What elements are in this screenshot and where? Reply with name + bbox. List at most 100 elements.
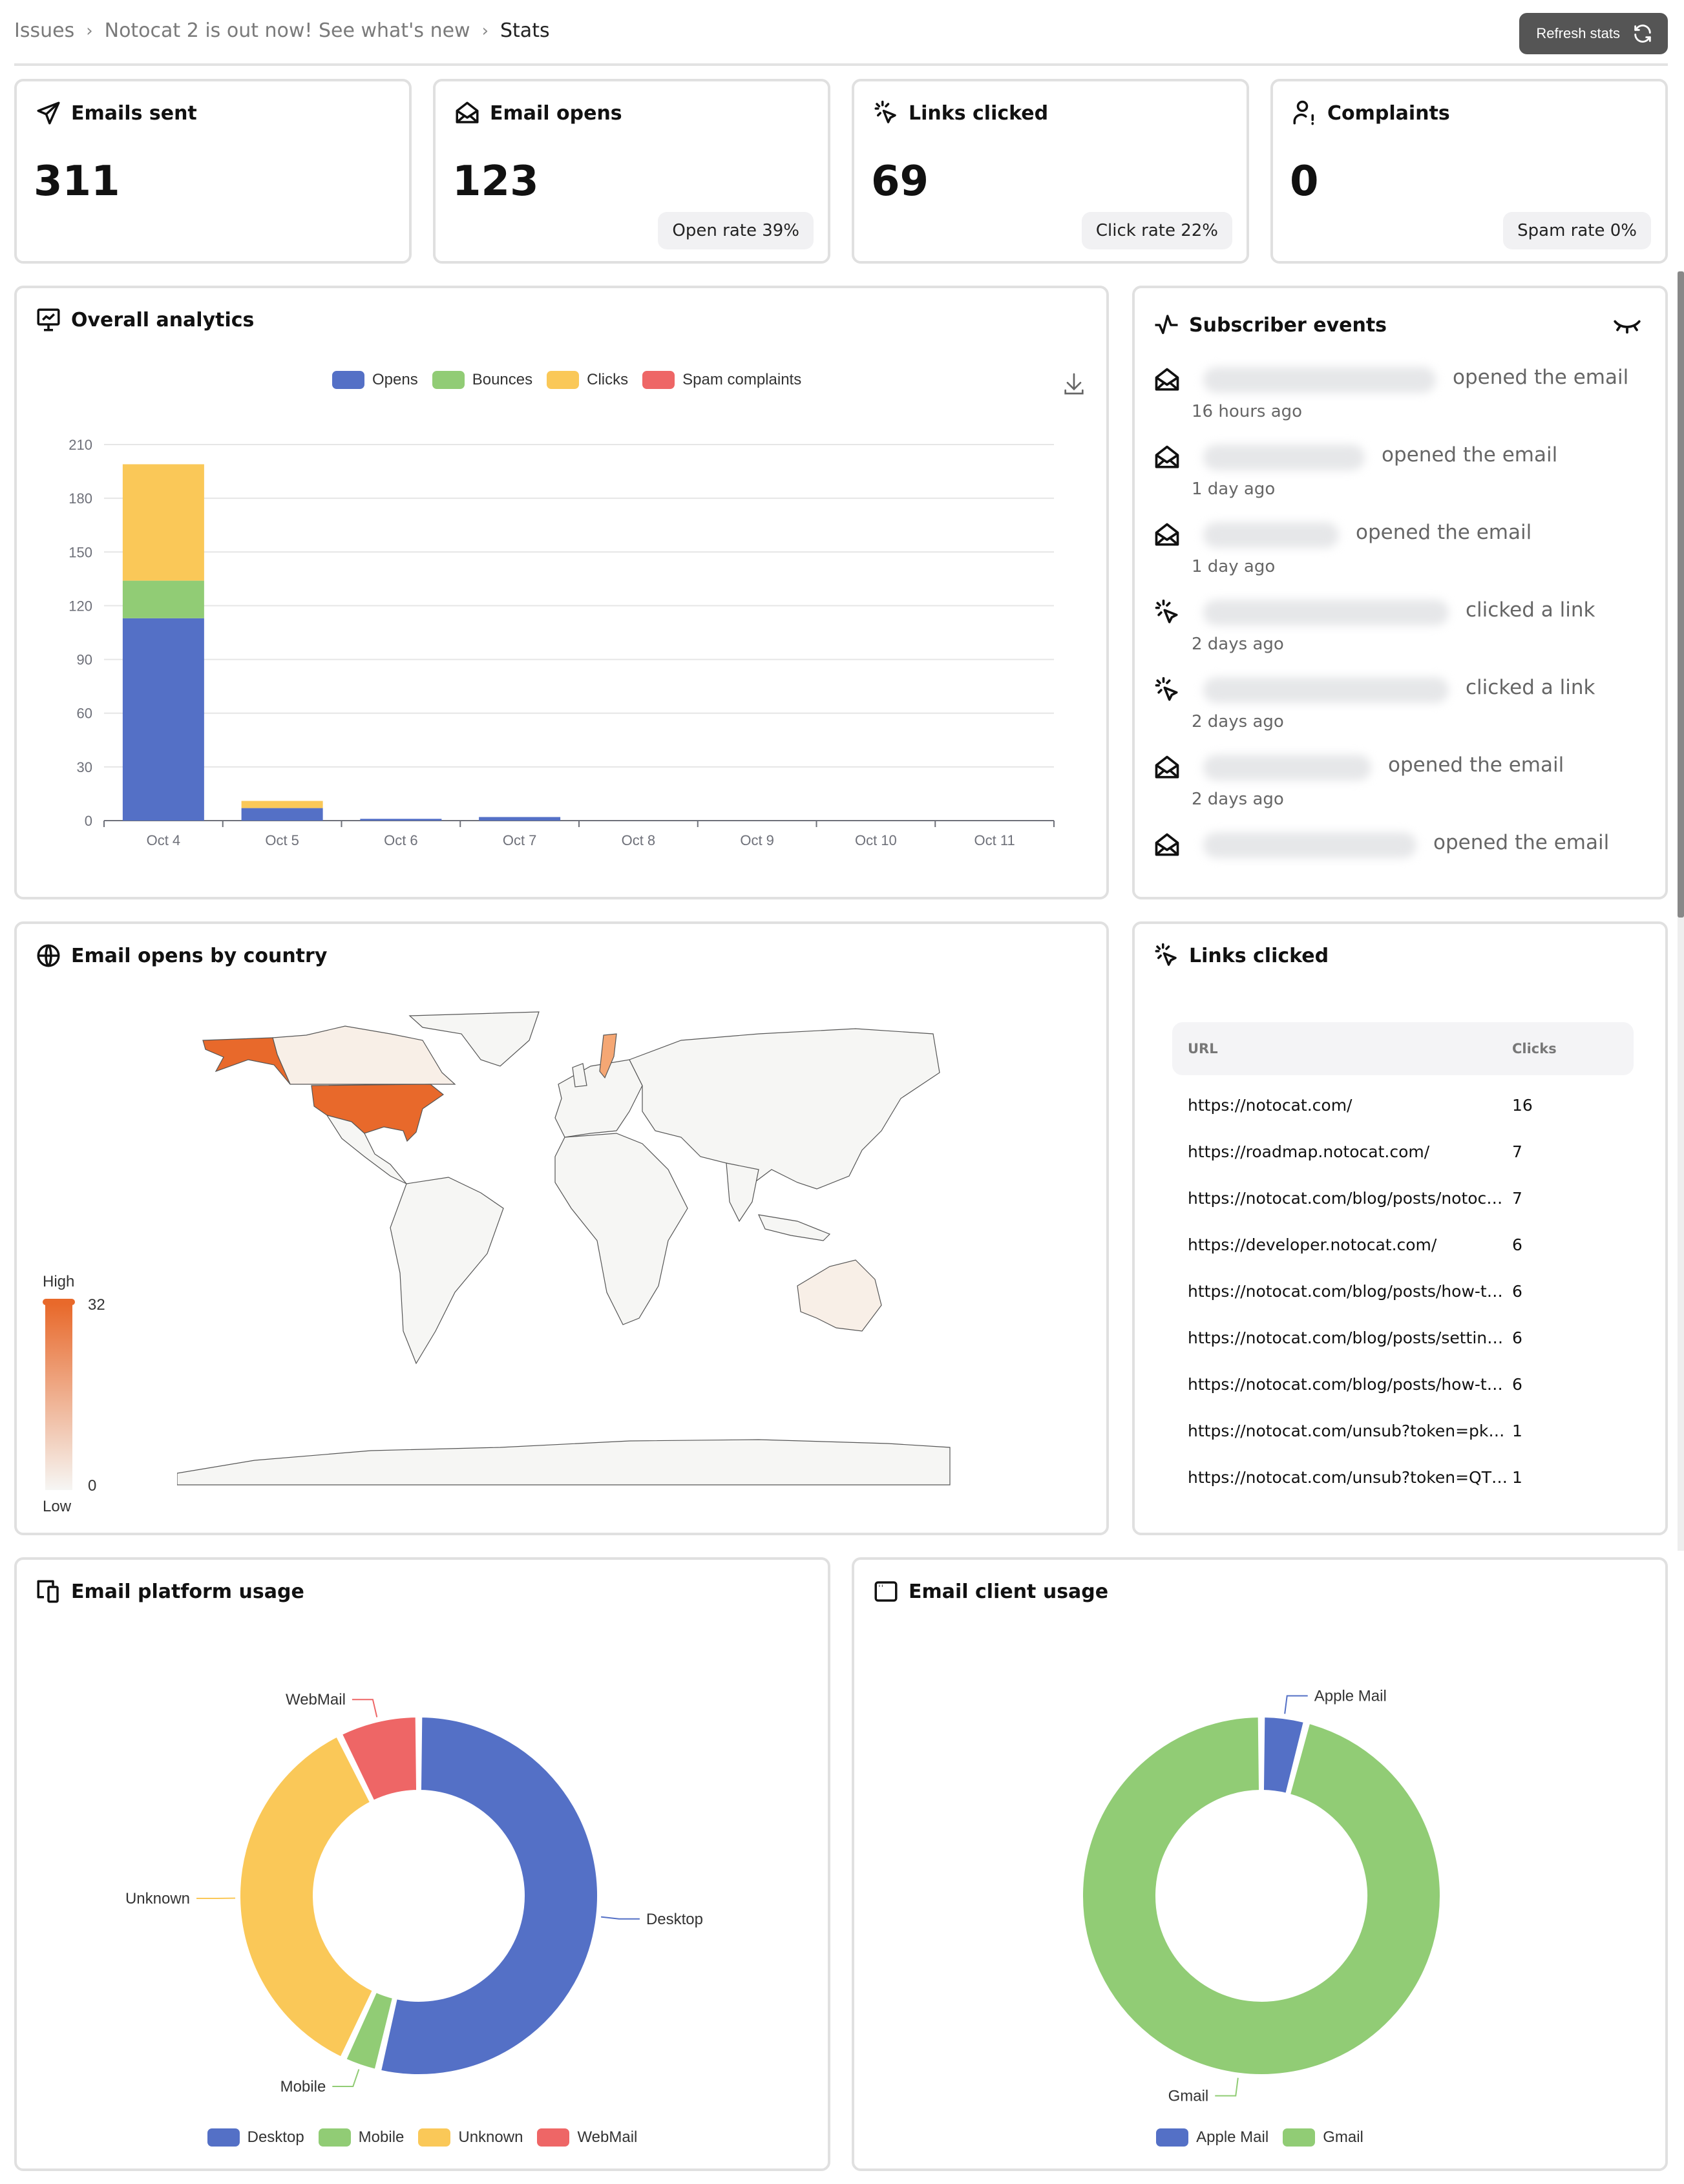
refresh-stats-button[interactable]: Refresh stats — [1519, 13, 1668, 54]
link-clicks: 1 — [1512, 1421, 1522, 1440]
event-time: 16 hours ago — [1192, 402, 1303, 421]
region-europe[interactable] — [554, 1059, 643, 1138]
country-uk[interactable] — [572, 1063, 587, 1087]
subscriber-name-redacted[interactable] — [1203, 677, 1449, 703]
subscriber-name-redacted[interactable] — [1203, 600, 1449, 625]
link-url[interactable]: https://roadmap.notocat.com/ — [1172, 1142, 1512, 1161]
stat-title: Complaints — [1327, 101, 1450, 125]
overall-bar-chart: 0 30 60 90 120 150 180 210 Oct 4 Oct 5 Oct 6 Oct 7 O… — [68, 437, 1055, 848]
color-scale-bar — [45, 1304, 72, 1490]
legend-item[interactable]: Desktop — [207, 2128, 304, 2147]
event-action: opened the email — [1356, 521, 1532, 544]
bar-opens[interactable] — [122, 618, 204, 821]
refresh-icon — [1634, 25, 1651, 43]
country-canada[interactable] — [272, 1025, 456, 1085]
event-item: opened the email 2 days ago — [1153, 753, 1647, 831]
y-tick-label: 90 — [77, 652, 92, 668]
label-leader-line — [1215, 2077, 1239, 2097]
legend-item[interactable]: Apple Mail — [1156, 2128, 1268, 2147]
card-title: Email opens by country — [71, 944, 328, 967]
bar-opens[interactable] — [479, 817, 561, 821]
event-item: clicked a link 2 days ago — [1153, 676, 1647, 753]
country-brazil[interactable] — [390, 1177, 504, 1365]
breadcrumb-current: Stats — [500, 19, 550, 42]
link-clicks: 6 — [1512, 1374, 1522, 1394]
legend-item[interactable]: Mobile — [318, 2128, 404, 2147]
subscriber-name-redacted[interactable] — [1203, 832, 1416, 858]
stat-card-emails-sent: Emails sent 311 — [14, 79, 412, 264]
click-rate-badge: Click rate 22% — [1081, 212, 1232, 249]
column-url[interactable]: URL — [1172, 1041, 1512, 1056]
link-clicks: 1 — [1512, 1467, 1522, 1487]
scale-low-label: Low — [43, 1498, 72, 1515]
donut-slice-gmail[interactable] — [1080, 1715, 1442, 2077]
legend-swatch — [332, 371, 364, 389]
region-antarctica[interactable] — [177, 1439, 951, 1486]
x-tick-label: Oct 5 — [265, 832, 299, 848]
country-india[interactable] — [726, 1162, 759, 1223]
subscriber-name-redacted[interactable] — [1203, 445, 1365, 470]
link-url[interactable]: https://notocat.com/blog/posts/notoc… — [1172, 1189, 1512, 1208]
chart-legend: Apple Mail Gmail — [854, 2128, 1665, 2147]
region-africa[interactable] — [554, 1133, 688, 1325]
stat-value: 311 — [34, 158, 120, 205]
download-icon[interactable] — [1061, 371, 1087, 397]
link-url[interactable]: https://notocat.com/unsub?token=pk… — [1172, 1422, 1512, 1440]
column-clicks[interactable]: Clicks — [1512, 1041, 1557, 1056]
bar-opens[interactable] — [241, 808, 323, 821]
email-platform-usage-card: Email platform usage Desktop Mobile Unknow… — [14, 1557, 830, 2171]
eye-closed-icon[interactable] — [1612, 317, 1642, 336]
region-asia[interactable] — [629, 1028, 940, 1190]
scrollbar-thumb[interactable] — [1678, 271, 1684, 918]
link-clicks: 6 — [1512, 1328, 1522, 1347]
link-url[interactable]: https://notocat.com/unsub?token=QT… — [1172, 1468, 1512, 1487]
label-leader-line — [1284, 1695, 1308, 1714]
breadcrumb-issue[interactable]: Notocat 2 is out now! See what's new — [105, 19, 470, 42]
legend-swatch — [432, 371, 465, 389]
legend-item[interactable]: Spam complaints — [642, 371, 801, 389]
legend-item[interactable]: Bounces — [432, 371, 532, 389]
country-usa[interactable] — [311, 1084, 445, 1142]
subscriber-name-redacted[interactable] — [1203, 755, 1371, 781]
subscriber-name-redacted[interactable] — [1203, 522, 1339, 548]
bar-opens[interactable] — [360, 819, 442, 821]
legend-item[interactable]: WebMail — [537, 2128, 637, 2147]
link-url[interactable]: https://developer.notocat.com/ — [1172, 1235, 1512, 1254]
link-clicks: 7 — [1512, 1188, 1522, 1208]
country-australia[interactable] — [797, 1259, 882, 1332]
table-row: https://notocat.com/unsub?token=pk… 1 — [1172, 1407, 1634, 1454]
bar-clicks[interactable] — [241, 801, 323, 808]
donut-slice-unknown[interactable] — [238, 1734, 375, 2059]
link-url[interactable]: https://notocat.com/blog/posts/how-t… — [1172, 1375, 1512, 1394]
event-action: opened the email — [1433, 831, 1610, 854]
bar-bounces[interactable] — [122, 580, 204, 618]
legend-item[interactable]: Unknown — [418, 2128, 523, 2147]
cursor-click-icon — [1155, 943, 1177, 966]
card-title: Subscriber events — [1189, 313, 1387, 337]
link-url[interactable]: https://notocat.com/blog/posts/settin… — [1172, 1328, 1512, 1347]
link-url[interactable]: https://notocat.com/blog/posts/how-t… — [1172, 1282, 1512, 1301]
event-time: 1 day ago — [1192, 557, 1276, 576]
cursor-click-icon — [874, 100, 896, 123]
y-tick-label: 0 — [85, 813, 92, 829]
subscriber-name-redacted[interactable] — [1203, 367, 1436, 393]
region-indonesia[interactable] — [757, 1214, 831, 1241]
page-scrollbar[interactable] — [1678, 271, 1684, 1551]
top-bar: Issues › Notocat 2 is out now! See what'… — [14, 0, 1668, 66]
legend-item[interactable]: Gmail — [1283, 2128, 1363, 2147]
bar-clicks[interactable] — [122, 464, 204, 581]
legend-label: Gmail — [1323, 2128, 1363, 2146]
stat-title: Email opens — [490, 101, 622, 125]
stat-card-email-opens: Email opens 123 Open rate 39% — [433, 79, 830, 264]
slice-label: Apple Mail — [1314, 1688, 1387, 1705]
legend-item[interactable]: Clicks — [547, 371, 628, 389]
legend-item[interactable]: Opens — [332, 371, 418, 389]
y-tick-label: 210 — [68, 437, 92, 453]
breadcrumb-issues[interactable]: Issues — [14, 19, 74, 42]
slice-label: Desktop — [646, 1911, 703, 1928]
link-url[interactable]: https://notocat.com/ — [1172, 1096, 1512, 1115]
chart-legend: Desktop Mobile Unknown WebMail — [17, 2128, 828, 2147]
envelope-open-icon — [456, 101, 479, 123]
table-row: https://notocat.com/blog/posts/settin… 6 — [1172, 1314, 1634, 1361]
table-row: https://notocat.com/blog/posts/notoc… 7 — [1172, 1175, 1634, 1221]
